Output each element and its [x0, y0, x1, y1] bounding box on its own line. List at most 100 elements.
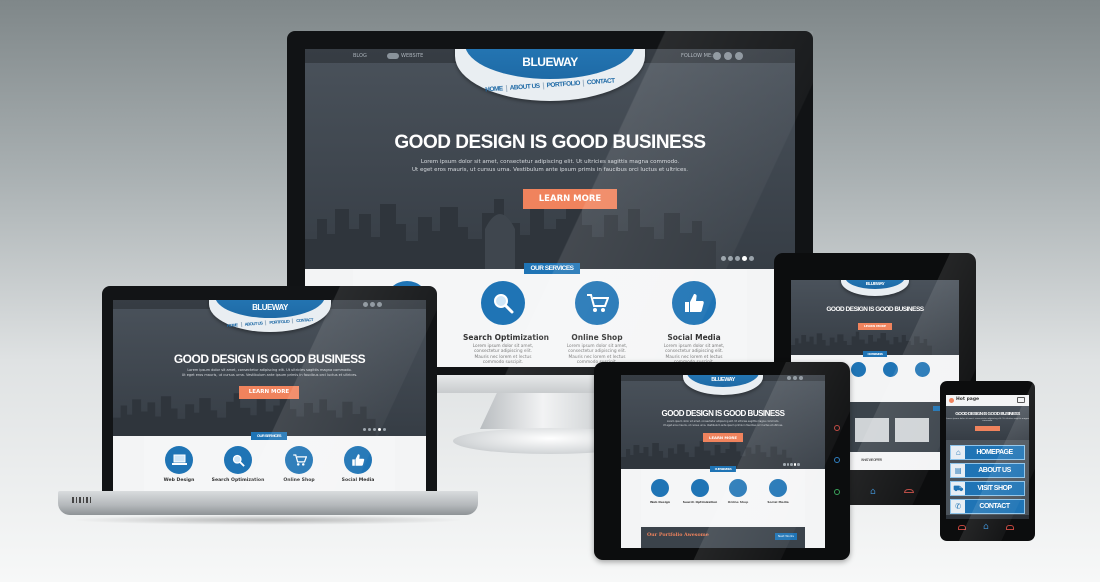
thumbs-up-icon[interactable]: [915, 362, 930, 377]
services-panel: [641, 469, 805, 525]
slider-dot[interactable]: [728, 256, 733, 261]
slider-dot[interactable]: [721, 256, 726, 261]
next-works-button[interactable]: Next Works: [775, 533, 797, 540]
phone-hero: GOOD DESIGN IS GOOD BUSINESS Lorem ipsum…: [946, 406, 1029, 440]
laptop-icon[interactable]: [165, 446, 193, 474]
slider-dot[interactable]: [797, 463, 800, 466]
slider-dot[interactable]: [783, 463, 786, 466]
follow-label: FOLLOW ME:: [681, 53, 713, 59]
portfolio-thumbnail[interactable]: [855, 418, 889, 442]
homepage-label: HOMEPAGE: [976, 449, 1013, 456]
learn-more-button[interactable]: [975, 426, 1000, 431]
social-icon[interactable]: [724, 52, 732, 60]
thumbs-up-icon[interactable]: [672, 281, 716, 325]
slider-dot[interactable]: [363, 428, 366, 431]
back-button-icon[interactable]: [904, 489, 914, 493]
slider-dot[interactable]: [368, 428, 371, 431]
laptop-screen: BLUEWAY HOME ABOUT US PORTFOLIO CONTACT …: [113, 300, 426, 496]
phone-header: Hot page: [946, 395, 1029, 406]
learn-more-button[interactable]: LEARN MORE: [523, 189, 617, 209]
back-button-icon[interactable]: [834, 425, 840, 431]
service-title-search: Search Optimization: [211, 478, 265, 483]
social-icon[interactable]: [793, 376, 797, 380]
magnifier-icon[interactable]: [481, 281, 525, 325]
hero-headline: GOOD DESIGN IS GOOD BUSINESS: [394, 132, 706, 153]
slider-dot[interactable]: [383, 428, 386, 431]
toggle-switch[interactable]: [387, 53, 399, 59]
about-us-label: ABOUT US: [978, 467, 1011, 474]
slider-dots: [363, 428, 386, 431]
laptop-base: [58, 491, 478, 515]
social-icon[interactable]: [735, 52, 743, 60]
slider-dot[interactable]: [790, 463, 793, 466]
site-logo[interactable]: BLUEWAY: [465, 55, 635, 69]
magnifier-icon[interactable]: [691, 479, 709, 497]
slider-dots: [783, 463, 800, 466]
learn-more-button[interactable]: LEARN MORE: [858, 323, 892, 330]
contact-button[interactable]: ✆ CONTACT: [950, 499, 1025, 514]
brand-logo-icon: [949, 398, 954, 403]
shopping-cart-icon[interactable]: [729, 479, 747, 497]
call-button-icon[interactable]: [834, 489, 840, 495]
site-logo[interactable]: BLUEWAY: [845, 281, 905, 286]
blog-link[interactable]: BLOG: [353, 49, 367, 63]
portfolio-thumbnail[interactable]: [895, 418, 929, 442]
thumbs-up-icon[interactable]: [344, 446, 372, 474]
hero-headline: GOOD DESIGN IS GOOD BUSINESS: [173, 352, 366, 366]
home-button-icon[interactable]: [834, 457, 840, 463]
social-icon[interactable]: [370, 302, 375, 307]
laptop: BLUEWAY HOME ABOUT US PORTFOLIO CONTACT …: [102, 286, 437, 496]
hero-text-line-2: Ut eget eros mauris, ut cursus urna. Ves…: [663, 424, 783, 427]
share-icon[interactable]: [1017, 397, 1025, 403]
homepage-button[interactable]: ⌂ HOMEPAGE: [950, 445, 1025, 460]
laptop-shadow: [70, 515, 466, 525]
site-logo[interactable]: BLUEWAY: [215, 303, 325, 312]
social-icon[interactable]: [713, 52, 721, 60]
social-icon[interactable]: [787, 376, 791, 380]
home-button-icon[interactable]: ⌂: [870, 487, 876, 497]
social-icon[interactable]: [799, 376, 803, 380]
laptop-vents: [72, 497, 91, 503]
site-logo[interactable]: BLUEWAY: [687, 377, 759, 383]
slider-dot-active[interactable]: [742, 256, 747, 261]
hero-headline: GOOD DESIGN IS GOOD BUSINESS: [955, 411, 1020, 416]
slider-dot[interactable]: [735, 256, 740, 261]
slider-dot[interactable]: [786, 463, 789, 466]
learn-more-button[interactable]: LEARN MORE: [239, 386, 299, 399]
brand-name[interactable]: Hot page: [956, 397, 979, 402]
learn-more-button[interactable]: LEARN MORE: [703, 433, 743, 442]
shopping-cart-icon[interactable]: [285, 446, 313, 474]
slider-dot-active[interactable]: [378, 428, 381, 431]
social-icon[interactable]: [363, 302, 368, 307]
menu-button-icon[interactable]: [1006, 525, 1014, 530]
hero-banner: BLUEWAY HOME ABOUT US PORTFOLIO CONTACT …: [113, 300, 426, 436]
slider-dot[interactable]: [373, 428, 376, 431]
tablet-landscape-screen: BLUEWAY GOOD DESIGN IS GOOD BUSINESS Lor…: [621, 375, 825, 548]
hero-banner: BLUEWAY GOOD DESIGN IS GOOD BUSINESS LEA…: [791, 280, 959, 355]
about-us-button[interactable]: ▤ ABOUT US: [950, 463, 1025, 478]
social-icon[interactable]: [377, 302, 382, 307]
tablet-landscape: BLUEWAY GOOD DESIGN IS GOOD BUSINESS Lor…: [594, 362, 850, 560]
hero-headline: GOOD DESIGN IS GOOD BUSINESS: [661, 409, 785, 418]
service-title-search: Search Optimization: [463, 333, 550, 342]
magnifier-icon[interactable]: [851, 362, 866, 377]
laptop-icon[interactable]: [651, 479, 669, 497]
phone-icon: ✆: [951, 500, 965, 513]
slider-dot-active[interactable]: [793, 463, 796, 466]
service-title-social: Social Media: [667, 333, 721, 342]
shopping-cart-icon[interactable]: [883, 362, 898, 377]
thumbs-up-icon[interactable]: [769, 479, 787, 497]
home-button-icon[interactable]: ⌂: [983, 522, 989, 532]
slider-dot[interactable]: [749, 256, 754, 261]
service-title-web: Web Design: [163, 478, 195, 483]
shopping-cart-icon[interactable]: [575, 281, 619, 325]
website-link[interactable]: WEBSITE: [401, 49, 423, 63]
back-button-icon[interactable]: [958, 525, 966, 530]
service-title-social: Social Media: [341, 478, 375, 483]
portfolio-heading: Our Portfolio Awesome: [647, 532, 709, 538]
contact-label: CONTACT: [979, 503, 1010, 510]
magnifier-icon[interactable]: [224, 446, 252, 474]
visit-shop-button[interactable]: ⛟ VISIT SHOP: [950, 481, 1025, 496]
service-title-shop: Online Shop: [283, 478, 315, 483]
hero-banner: BLUEWAY GOOD DESIGN IS GOOD BUSINESS Lor…: [621, 375, 825, 469]
